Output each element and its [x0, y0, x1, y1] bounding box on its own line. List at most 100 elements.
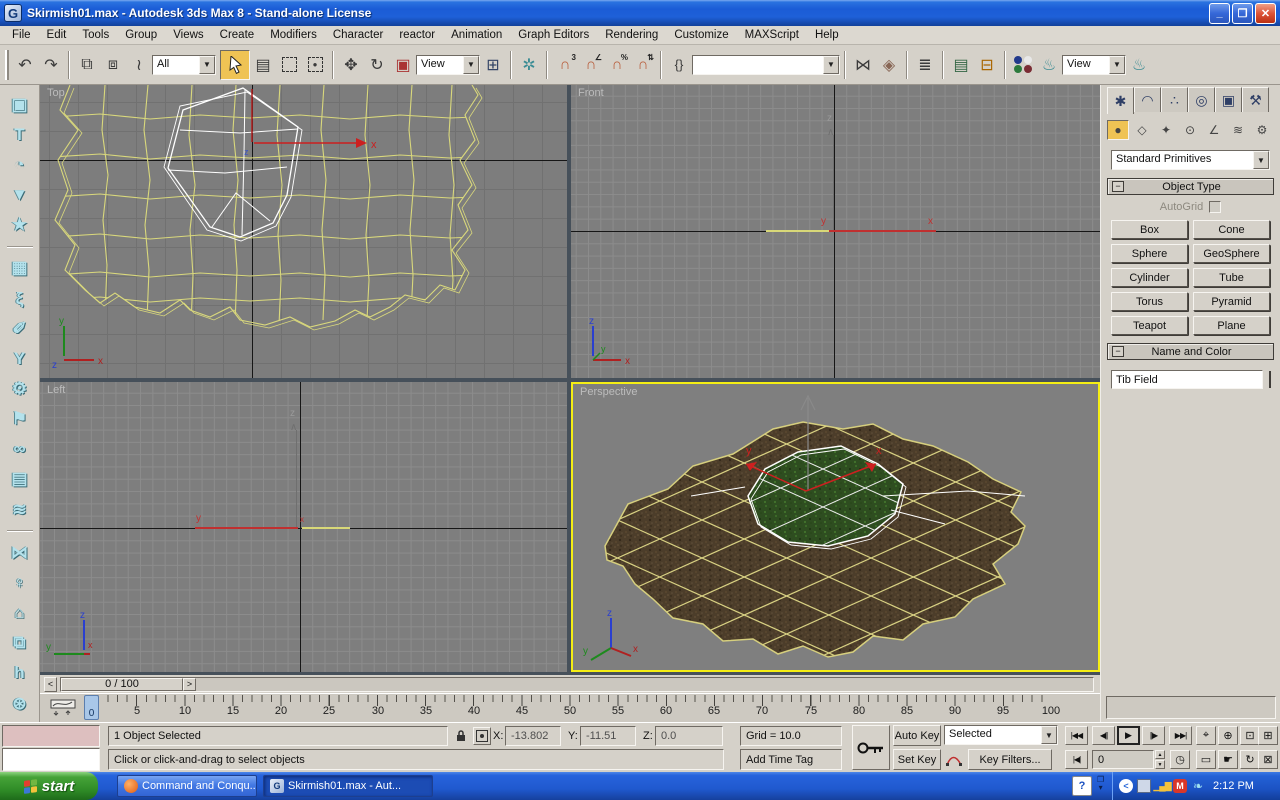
weathervane-icon[interactable]: ⚑: [7, 408, 33, 431]
cylinder-button[interactable]: Cylinder: [1111, 268, 1188, 287]
menu-views[interactable]: Views: [165, 27, 211, 43]
go-to-start-button[interactable]: |◀◀: [1065, 726, 1088, 745]
category-shapes[interactable]: ◇: [1131, 120, 1153, 140]
tab-hierarchy[interactable]: ∴: [1161, 87, 1188, 112]
menu-customize[interactable]: Customize: [666, 27, 736, 43]
category-helpers[interactable]: ∠: [1203, 120, 1225, 140]
spinner-snap-icon[interactable]: ∩⇅: [630, 52, 656, 78]
frame-spinner[interactable]: ▲ ▼: [1155, 750, 1165, 769]
plant-icon[interactable]: h: [7, 662, 33, 685]
viewport-label[interactable]: Left: [47, 384, 65, 396]
close-button[interactable]: ✕: [1255, 3, 1276, 24]
scale-icon[interactable]: ▣: [390, 52, 416, 78]
spinner-top-icon[interactable]: ▼: [7, 183, 33, 206]
previous-frame-button[interactable]: ◀||: [1092, 726, 1115, 745]
fov-region-icon[interactable]: ▭: [1196, 750, 1216, 769]
toolbar-expand-handle[interactable]: ❐▾: [1097, 776, 1104, 792]
dropdown-arrow-icon[interactable]: ▼: [823, 56, 839, 74]
schematic-view-icon[interactable]: ⊟: [974, 52, 1000, 78]
absolute-offset-toggle[interactable]: [473, 727, 491, 745]
set-keys-button[interactable]: [852, 725, 890, 770]
plane-button[interactable]: Plane: [1193, 316, 1270, 335]
sphere-icon[interactable]: ◔: [7, 153, 33, 176]
dropdown-arrow-icon[interactable]: ▼: [1041, 726, 1057, 744]
undo-icon[interactable]: ↶: [12, 52, 38, 78]
gear-icon[interactable]: ⚙: [7, 377, 33, 400]
hide-icons-chevron-icon[interactable]: <: [1119, 779, 1133, 793]
use-pivot-center-icon[interactable]: ⊞: [480, 52, 506, 78]
time-configuration-icon[interactable]: ◷: [1170, 750, 1190, 769]
tab-modify[interactable]: ◠: [1134, 87, 1161, 112]
selection-filter-dropdown[interactable]: All ▼: [152, 55, 216, 75]
bind-to-space-warp-icon[interactable]: ≀: [126, 52, 152, 78]
move-icon[interactable]: ✥: [338, 52, 364, 78]
sphere-button[interactable]: Sphere: [1111, 244, 1188, 263]
door-icon[interactable]: ⌂: [7, 602, 33, 625]
panels-icon[interactable]: ▤: [7, 468, 33, 491]
cone-button[interactable]: Cone: [1193, 220, 1270, 239]
autogrid-checkbox[interactable]: [1209, 201, 1221, 213]
tab-create[interactable]: ✱: [1107, 87, 1134, 114]
unlink-selection-icon[interactable]: ⧈: [100, 52, 126, 78]
align-icon[interactable]: ◈: [876, 52, 902, 78]
window-crossing-icon[interactable]: ●: [302, 52, 328, 78]
toolbar-handle[interactable]: [5, 50, 9, 80]
render-scene-icon[interactable]: ♨: [1036, 52, 1062, 78]
dropdown-arrow-icon[interactable]: ▼: [1253, 151, 1269, 169]
select-and-link-icon[interactable]: ⧉: [74, 52, 100, 78]
minimize-button[interactable]: _: [1209, 3, 1230, 24]
current-frame-field[interactable]: 0: [1092, 750, 1154, 769]
dropdown-arrow-icon[interactable]: ▼: [199, 56, 215, 74]
y-coordinate-field[interactable]: -11.51: [580, 726, 636, 746]
viewport-label[interactable]: Front: [578, 87, 604, 99]
rectangular-selection-region-icon[interactable]: [276, 52, 302, 78]
prev-frame-arrow[interactable]: <: [44, 677, 57, 692]
zoom-extents-icon[interactable]: ⊡: [1240, 726, 1260, 745]
restore-button[interactable]: ❐: [1232, 3, 1253, 24]
named-selection-dropdown[interactable]: ▼: [692, 55, 840, 75]
auto-key-button[interactable]: Auto Key: [893, 725, 941, 746]
add-time-tag[interactable]: Add Time Tag: [740, 749, 842, 770]
collapse-icon[interactable]: −: [1112, 346, 1124, 357]
redo-icon[interactable]: ↷: [38, 52, 64, 78]
select-object-button[interactable]: [220, 50, 250, 80]
knot-icon[interactable]: ⋈: [7, 541, 33, 564]
new-key-default-icon[interactable]: [945, 751, 963, 769]
figure-icon[interactable]: ♀: [7, 571, 33, 594]
viewport-left[interactable]: ∧ z y x z y x Left: [40, 382, 567, 672]
mini-curve-editor-button[interactable]: [50, 699, 78, 717]
menu-create[interactable]: Create: [212, 27, 263, 43]
gmail-notifier-icon[interactable]: M: [1173, 779, 1187, 793]
spring-icon[interactable]: ξ: [7, 287, 33, 310]
time-slider-handle[interactable]: 0 / 100: [61, 678, 183, 691]
pen-icon[interactable]: ✐: [7, 317, 33, 340]
shirt-icon[interactable]: T: [7, 123, 33, 146]
maxscript-listener-pink[interactable]: [2, 725, 100, 747]
viewport-top[interactable]: x z y x z Top: [40, 85, 567, 378]
zoom-all-icon[interactable]: ⊕: [1218, 726, 1238, 745]
z-coordinate-field[interactable]: 0.0: [655, 726, 723, 746]
torus-button[interactable]: Torus: [1111, 292, 1188, 311]
maxscript-listener-white[interactable]: [2, 748, 100, 771]
category-systems[interactable]: ⚙: [1251, 120, 1273, 140]
tab-display[interactable]: ▣: [1215, 87, 1242, 112]
zoom-icon[interactable]: ⌖: [1196, 726, 1216, 745]
reference-coordinate-dropdown[interactable]: View ▼: [416, 55, 480, 75]
object-name-input[interactable]: [1111, 370, 1263, 389]
go-to-end-button[interactable]: ▶▶|: [1169, 726, 1192, 745]
name-color-rollout[interactable]: − Name and Color: [1107, 343, 1274, 360]
play-button[interactable]: ▶: [1117, 726, 1140, 745]
current-frame-marker[interactable]: 0: [84, 695, 99, 720]
category-lights[interactable]: ✦: [1155, 120, 1177, 140]
box-button[interactable]: Box: [1111, 220, 1188, 239]
collapse-icon[interactable]: −: [1112, 181, 1124, 192]
tab-motion[interactable]: ◎: [1188, 87, 1215, 112]
render-preset-dropdown[interactable]: View ▼: [1062, 55, 1126, 75]
object-color-swatch[interactable]: [1269, 371, 1271, 388]
pan-hand-icon[interactable]: ☛: [1218, 750, 1238, 769]
set-key-button[interactable]: Set Key: [893, 749, 941, 770]
x-coordinate-field[interactable]: -13.802: [505, 726, 561, 746]
viewport-label[interactable]: Top: [47, 87, 65, 99]
linked-boxes-icon[interactable]: ⧉: [7, 632, 33, 655]
rotate-icon[interactable]: ↻: [364, 52, 390, 78]
